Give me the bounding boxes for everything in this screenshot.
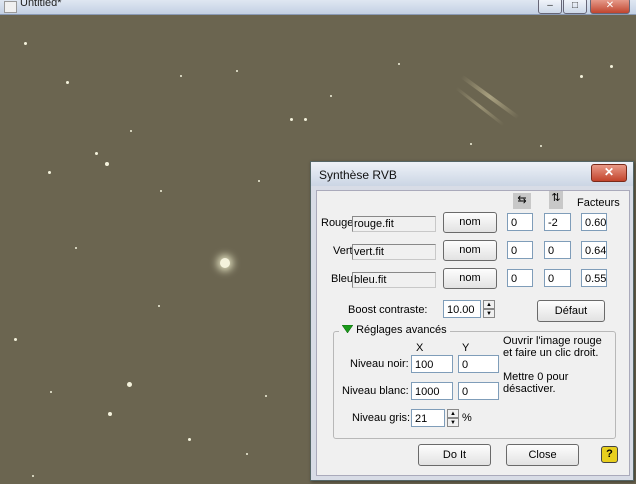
boost-spin-up[interactable]: ▲ xyxy=(483,300,495,309)
white-level-y-input[interactable]: 0 xyxy=(458,382,499,400)
blue-dy-input[interactable]: 0 xyxy=(544,269,571,287)
star xyxy=(24,42,27,45)
x-column-label: X xyxy=(416,342,424,354)
green-dx-input[interactable]: 0 xyxy=(507,241,533,259)
dialog-close-button[interactable]: ✕ xyxy=(591,164,627,182)
star xyxy=(160,190,162,192)
green-factor-input[interactable]: 0.64 xyxy=(581,241,607,259)
red-file-field: rouge.fit xyxy=(352,216,436,232)
star xyxy=(610,65,613,68)
star xyxy=(32,475,34,477)
blue-channel-label: Bleu xyxy=(331,273,354,285)
help-icon[interactable]: ? xyxy=(601,446,618,463)
star xyxy=(580,75,583,78)
advanced-settings-header[interactable]: Réglages avancés xyxy=(339,324,450,338)
green-file-field: vert.fit xyxy=(352,244,436,260)
boost-contrast-input[interactable]: 10.00 xyxy=(443,300,481,318)
dialog-client-area: ⇆ ⇅ Facteurs Rouge rouge.fit nom 0 -2 0.… xyxy=(316,190,630,476)
green-dy-input[interactable]: 0 xyxy=(544,241,571,259)
maximize-button[interactable]: □ xyxy=(563,0,587,14)
red-name-button[interactable]: nom xyxy=(443,212,497,233)
do-it-button[interactable]: Do It xyxy=(418,444,491,466)
gray-percent-unit: % xyxy=(462,412,472,424)
rgb-synthesis-dialog: Synthèse RVB ✕ ⇆ ⇅ Facteurs Rouge rouge.… xyxy=(310,161,634,481)
gray-level-label: Niveau gris: xyxy=(352,412,411,424)
hint-open-red: Ouvrir l'image rouge et faire un clic dr… xyxy=(503,335,602,359)
green-channel-label: Vert xyxy=(333,245,353,257)
window-titlebar: Untitled* – □ ✕ xyxy=(0,0,636,15)
gray-level-input[interactable]: 21 xyxy=(411,409,445,427)
black-level-y-input[interactable]: 0 xyxy=(458,355,499,373)
star xyxy=(330,95,332,97)
hint-zero-disable: Mettre 0 pour désactiver. xyxy=(503,371,569,395)
black-level-label: Niveau noir: xyxy=(350,358,409,370)
bright-star xyxy=(220,258,230,268)
green-name-button[interactable]: nom xyxy=(443,240,497,261)
star xyxy=(470,143,472,145)
blue-name-button[interactable]: nom xyxy=(443,268,497,289)
blue-dx-input[interactable]: 0 xyxy=(507,269,533,287)
red-factor-input[interactable]: 0.60 xyxy=(581,213,607,231)
dialog-titlebar[interactable]: Synthèse RVB ✕ xyxy=(311,162,633,186)
minimize-button[interactable]: – xyxy=(538,0,562,14)
star xyxy=(105,162,109,166)
blue-file-field: bleu.fit xyxy=(352,272,436,288)
star xyxy=(304,118,307,121)
star xyxy=(50,391,52,393)
star xyxy=(180,75,182,77)
star xyxy=(540,145,542,147)
star xyxy=(75,247,77,249)
y-column-label: Y xyxy=(462,342,470,354)
triangle-down-icon xyxy=(341,324,354,334)
red-dx-input[interactable]: 0 xyxy=(507,213,533,231)
star xyxy=(14,338,17,341)
red-channel-label: Rouge xyxy=(321,217,354,229)
boost-contrast-label: Boost contraste: xyxy=(348,304,428,316)
default-button[interactable]: Défaut xyxy=(537,300,605,322)
star xyxy=(290,118,293,121)
window-close-button[interactable]: ✕ xyxy=(590,0,630,14)
boost-spin-down[interactable]: ▼ xyxy=(483,309,495,318)
star xyxy=(95,152,98,155)
mirror-horizontal-icon[interactable]: ⇆ xyxy=(513,193,531,209)
close-button[interactable]: Close xyxy=(506,444,579,466)
red-dy-input[interactable]: -2 xyxy=(544,213,571,231)
white-level-x-input[interactable]: 1000 xyxy=(411,382,453,400)
star xyxy=(258,180,260,182)
white-level-label: Niveau blanc: xyxy=(342,385,409,397)
star xyxy=(236,70,238,72)
dialog-title: Synthèse RVB xyxy=(319,168,397,182)
star xyxy=(108,412,112,416)
advanced-settings-title: Réglages avancés xyxy=(356,324,447,336)
star xyxy=(265,395,267,397)
star xyxy=(66,81,69,84)
window-title: Untitled* xyxy=(20,0,62,9)
app-icon xyxy=(4,1,17,13)
factors-header: Facteurs xyxy=(577,197,620,209)
star xyxy=(398,63,400,65)
gray-spin-down[interactable]: ▼ xyxy=(447,418,459,427)
star xyxy=(158,305,160,307)
star xyxy=(48,171,51,174)
gray-spin-up[interactable]: ▲ xyxy=(447,409,459,418)
blue-factor-input[interactable]: 0.55 xyxy=(581,269,607,287)
star xyxy=(127,382,132,387)
mirror-vertical-icon[interactable]: ⇅ xyxy=(549,191,563,209)
star xyxy=(188,438,191,441)
star xyxy=(246,453,248,455)
star xyxy=(130,130,132,132)
black-level-x-input[interactable]: 100 xyxy=(411,355,453,373)
